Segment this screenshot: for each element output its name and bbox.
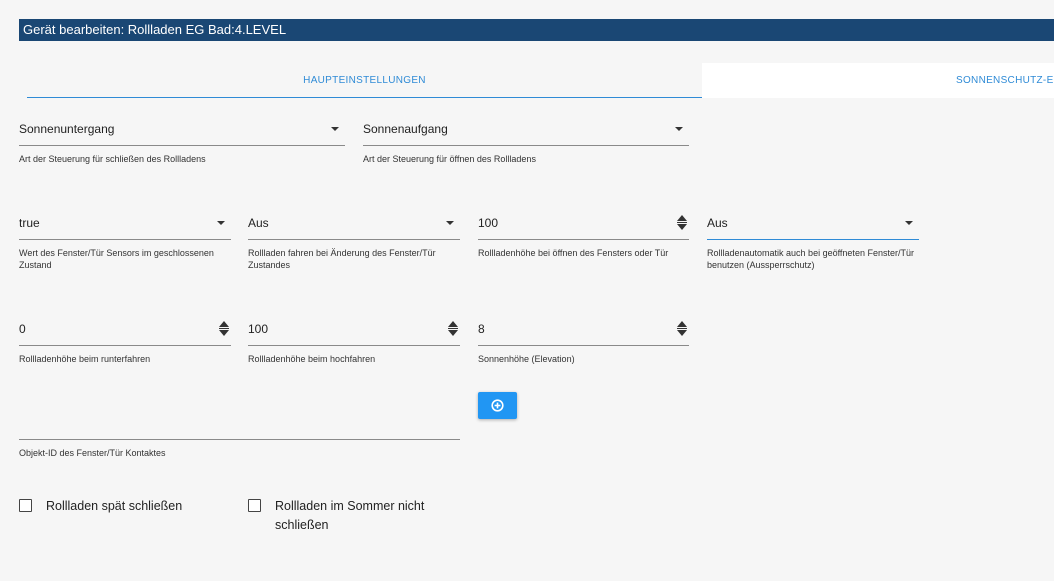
summer-no-close-checkbox[interactable]: Rollladen im Sommer nicht schließen [248,499,448,539]
lockout-value: Aus [707,216,728,230]
plus-circle-icon [491,399,504,412]
chevron-down-icon [331,127,339,131]
close-mode-value: Sonnenuntergang [19,122,115,136]
open-mode-help: Art der Steuerung für öffnen des Rolllad… [363,154,536,164]
sensor-value-help: Wert des Fenster/Tür Sensors im geschlos… [19,248,214,270]
contact-id-help: Objekt-ID des Fenster/Tür Kontaktes [19,448,166,458]
number-stepper-icon[interactable] [219,321,229,337]
down-height-value: 0 [19,322,26,336]
late-close-label: Rollladen spät schließen [46,499,183,513]
sensor-value-value: true [19,216,40,230]
summer-no-close-label: Rollladen im Sommer nicht schließen [275,499,425,532]
number-stepper-icon[interactable] [448,321,458,337]
lockout-help: Rollladenautomatik auch bei geöffneten F… [707,248,914,270]
chevron-down-icon [446,221,454,225]
contact-id-value [19,413,460,433]
checkbox-box[interactable] [248,499,261,512]
chevron-down-icon [675,127,683,131]
elevation-help: Sonnenhöhe (Elevation) [478,354,575,364]
window-title: Gerät bearbeiten: Rollladen EG Bad:4.LEV… [19,19,1054,41]
late-close-checkbox[interactable]: Rollladen spät schließen [19,499,219,519]
number-stepper-icon[interactable] [677,321,687,337]
close-mode-help: Art der Steuerung für schließen des Roll… [19,154,206,164]
open-height-value: 100 [478,216,499,230]
tab-sonnenschutz[interactable]: SONNENSCHUTZ-EIN [702,63,1054,98]
chevron-down-icon [905,221,913,225]
move-on-change-help: Rollladen fahren bei Änderung des Fenste… [248,248,436,270]
up-height-value: 100 [248,322,269,336]
add-object-button[interactable] [478,392,517,419]
number-stepper-icon[interactable] [677,215,687,231]
down-height-help: Rollladenhöhe beim runterfahren [19,354,151,364]
checkbox-box[interactable] [19,499,32,512]
tab-bar: HAUPTEINSTELLUNGEN SONNENSCHUTZ-EIN [27,63,1054,98]
chevron-down-icon [217,221,225,225]
tab-haupteinstellungen[interactable]: HAUPTEINSTELLUNGEN [27,63,702,98]
elevation-value: 8 [478,322,485,336]
open-height-help: Rollladenhöhe bei öffnen des Fensters od… [478,248,669,258]
up-height-help: Rollladenhöhe beim hochfahren [248,354,376,364]
move-on-change-value: Aus [248,216,269,230]
open-mode-value: Sonnenaufgang [363,122,448,136]
